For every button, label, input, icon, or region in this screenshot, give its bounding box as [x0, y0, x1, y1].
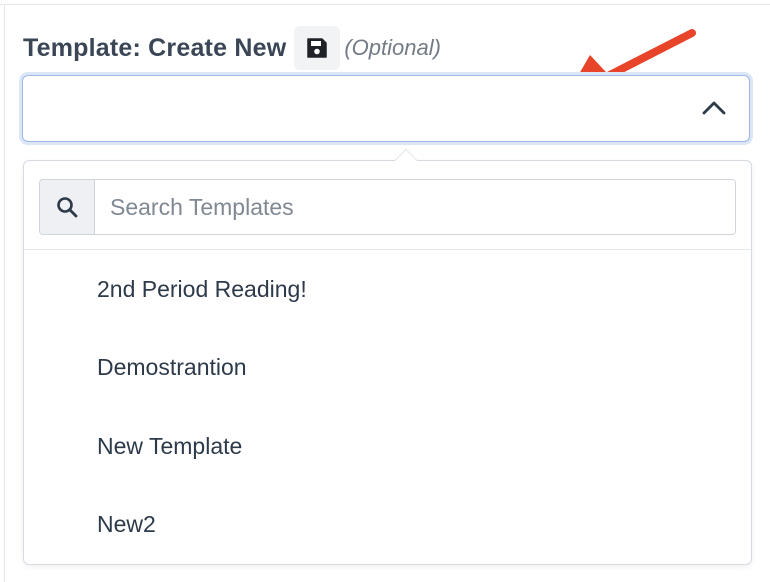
template-option[interactable]: 2nd Period Reading! — [24, 250, 751, 329]
template-option[interactable]: New Template — [24, 407, 751, 486]
template-label: Template: Create New — [23, 33, 287, 62]
template-search-input[interactable] — [95, 180, 735, 234]
top-divider — [0, 4, 770, 5]
template-dropdown-menu: 2nd Period Reading! Demostrantion New Te… — [23, 149, 752, 565]
template-search-group — [39, 179, 736, 235]
save-template-button[interactable] — [294, 26, 341, 70]
template-label-row: Template: Create New (Optional) — [23, 26, 441, 70]
left-divider — [4, 5, 5, 582]
chevron-up-icon[interactable] — [701, 98, 727, 121]
template-select[interactable] — [22, 75, 750, 142]
template-option[interactable]: New2 — [24, 486, 751, 565]
floppy-disk-icon — [307, 38, 328, 58]
optional-label: (Optional) — [344, 35, 441, 60]
search-icon — [40, 180, 95, 234]
dropdown-caret-fill — [395, 150, 417, 161]
template-options-list: 2nd Period Reading! Demostrantion New Te… — [24, 250, 751, 564]
template-option[interactable]: Demostrantion — [24, 329, 751, 408]
